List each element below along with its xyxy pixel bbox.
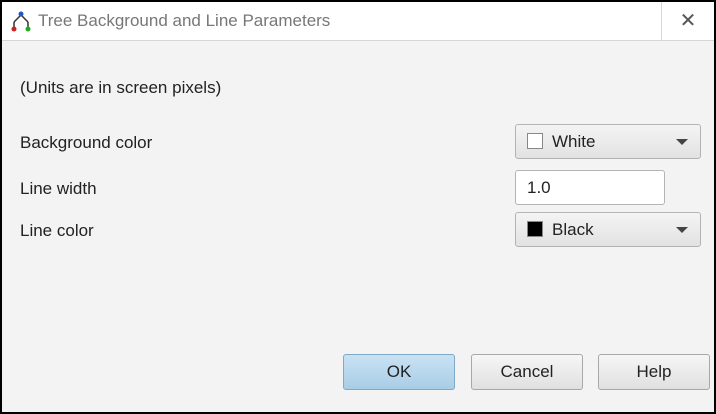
close-button[interactable]: ✕ xyxy=(661,2,714,40)
line-width-label: Line width xyxy=(20,179,97,198)
background-color-value: White xyxy=(552,132,596,151)
chevron-down-icon xyxy=(676,227,688,233)
line-color-dropdown[interactable]: Black xyxy=(515,212,701,247)
units-note: (Units are in screen pixels) xyxy=(20,78,222,97)
title-bar[interactable]: Tree Background and Line Parameters ✕ xyxy=(2,2,714,41)
window-title: Tree Background and Line Parameters xyxy=(38,11,331,30)
line-width-input[interactable] xyxy=(515,170,665,205)
background-color-dropdown[interactable]: White xyxy=(515,124,701,159)
line-color-value: Black xyxy=(552,220,594,239)
dialog-window: Tree Background and Line Parameters ✕ (U… xyxy=(0,0,716,414)
chevron-down-icon xyxy=(676,139,688,145)
cancel-button[interactable]: Cancel xyxy=(471,354,583,390)
line-color-label: Line color xyxy=(20,221,94,240)
help-button[interactable]: Help xyxy=(598,354,710,390)
background-color-swatch xyxy=(527,133,543,149)
line-color-swatch xyxy=(527,221,543,237)
tree-icon xyxy=(10,10,32,32)
close-icon: ✕ xyxy=(679,10,697,32)
background-color-label: Background color xyxy=(20,133,153,152)
ok-button[interactable]: OK xyxy=(343,354,455,390)
